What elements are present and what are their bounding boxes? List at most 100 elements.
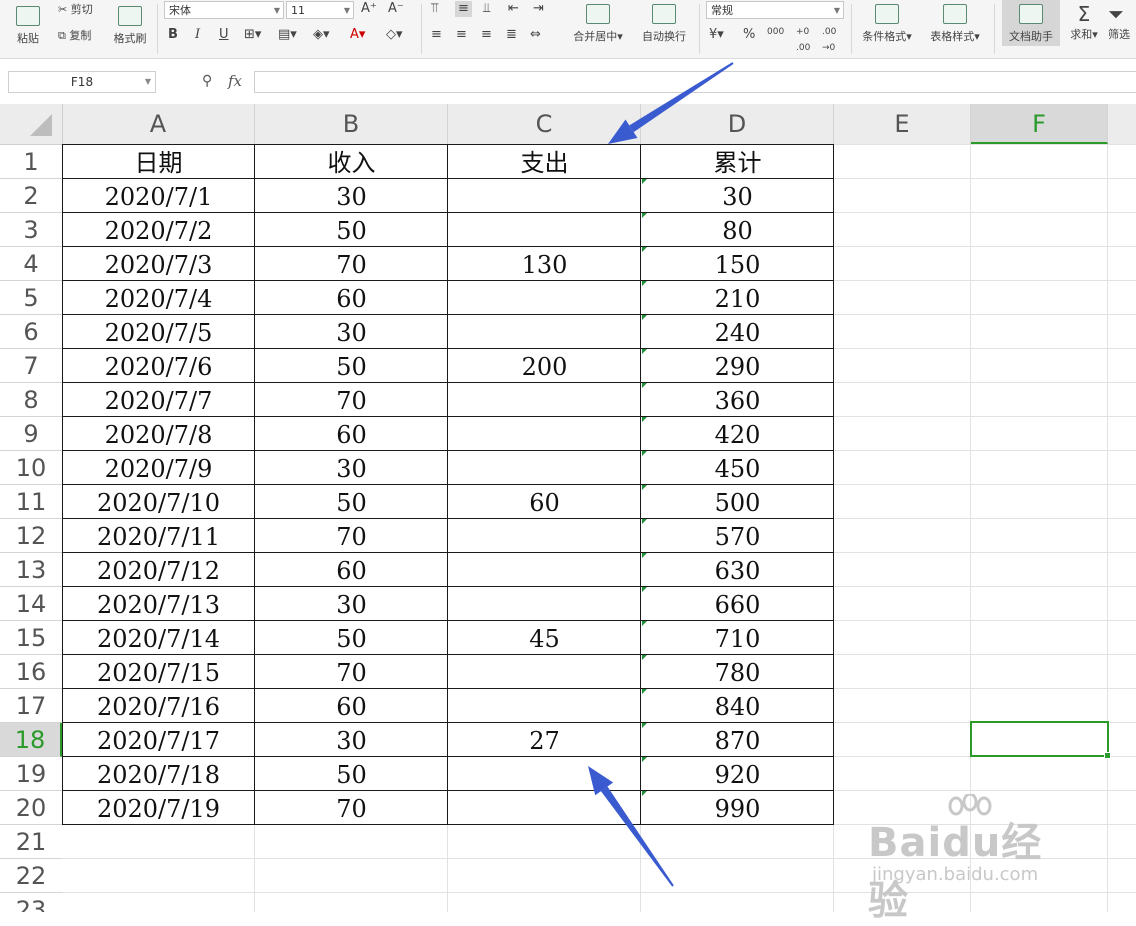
table-cell[interactable]: 210: [641, 281, 834, 315]
table-cell[interactable]: 30: [255, 451, 448, 485]
merge-center-button[interactable]: 合并居中▾: [566, 4, 630, 44]
row-header-10[interactable]: 10: [0, 451, 62, 485]
thousands-icon[interactable]: 000: [767, 24, 784, 40]
row-header-1[interactable]: 1: [0, 145, 62, 179]
table-cell[interactable]: 570: [641, 519, 834, 553]
table-cell[interactable]: [448, 689, 641, 723]
filter-button[interactable]: ⏷ 筛选: [1108, 2, 1136, 42]
row-header-14[interactable]: 14: [0, 587, 62, 621]
table-cell[interactable]: 30: [255, 179, 448, 213]
row-header-18[interactable]: 18: [0, 723, 62, 757]
table-cell[interactable]: 2020/7/16: [62, 689, 255, 723]
row-header-5[interactable]: 5: [0, 281, 62, 315]
row-header-19[interactable]: 19: [0, 757, 62, 791]
table-header-cell[interactable]: 日期: [62, 145, 255, 179]
table-cell[interactable]: 2020/7/5: [62, 315, 255, 349]
table-cell[interactable]: [448, 179, 641, 213]
table-header-cell[interactable]: 累计: [641, 145, 834, 179]
table-cell[interactable]: [448, 791, 641, 825]
percent-button[interactable]: %: [743, 27, 755, 43]
table-cell[interactable]: [448, 757, 641, 791]
row-header-2[interactable]: 2: [0, 179, 62, 213]
table-cell[interactable]: 50: [255, 621, 448, 655]
border-icon[interactable]: ⊞▾: [244, 27, 261, 43]
eraser-icon[interactable]: ◇▾: [386, 27, 403, 43]
conditional-format-button[interactable]: 条件格式▾: [856, 4, 918, 44]
table-cell[interactable]: 290: [641, 349, 834, 383]
row-header-23[interactable]: 23: [0, 893, 62, 912]
table-cell[interactable]: 240: [641, 315, 834, 349]
font-size-select[interactable]: 11 ▼: [286, 1, 354, 19]
table-cell[interactable]: [448, 587, 641, 621]
table-cell[interactable]: 60: [255, 689, 448, 723]
row-header-4[interactable]: 4: [0, 247, 62, 281]
table-cell[interactable]: 870: [641, 723, 834, 757]
justify-icon[interactable]: ≣: [506, 27, 517, 43]
table-cell[interactable]: 50: [255, 757, 448, 791]
align-left-icon[interactable]: ≡: [431, 27, 442, 43]
table-cell[interactable]: [448, 655, 641, 689]
row-header-13[interactable]: 13: [0, 553, 62, 587]
table-cell[interactable]: [448, 315, 641, 349]
sum-button[interactable]: Σ 求和▾: [1064, 2, 1104, 42]
table-style-button[interactable]: 表格样式▾: [924, 4, 986, 44]
align-middle-icon[interactable]: ≡: [455, 1, 472, 17]
table-cell[interactable]: [448, 451, 641, 485]
distributed-icon[interactable]: ⇔: [530, 27, 541, 43]
table-cell[interactable]: 30: [255, 587, 448, 621]
row-header-15[interactable]: 15: [0, 621, 62, 655]
cut-button[interactable]: ✂ 剪切: [58, 3, 93, 17]
table-cell[interactable]: 630: [641, 553, 834, 587]
wrap-text-button[interactable]: 自动换行: [636, 4, 692, 44]
table-cell[interactable]: [448, 383, 641, 417]
fill-handle[interactable]: [1104, 752, 1111, 759]
table-cell[interactable]: [448, 213, 641, 247]
table-cell[interactable]: 30: [255, 723, 448, 757]
align-bottom-icon[interactable]: ⫫: [483, 1, 490, 17]
table-cell[interactable]: 660: [641, 587, 834, 621]
row-header-9[interactable]: 9: [0, 417, 62, 451]
table-cell[interactable]: 30: [255, 315, 448, 349]
table-cell[interactable]: 27: [448, 723, 641, 757]
fill-color-icon[interactable]: ◈▾: [313, 27, 330, 43]
row-header-21[interactable]: 21: [0, 825, 62, 859]
table-cell[interactable]: 70: [255, 791, 448, 825]
table-cell[interactable]: 2020/7/4: [62, 281, 255, 315]
table-cell[interactable]: 420: [641, 417, 834, 451]
font-name-select[interactable]: 宋体 ▼: [164, 1, 284, 19]
table-cell[interactable]: 2020/7/13: [62, 587, 255, 621]
name-box[interactable]: F18 ▼: [8, 71, 156, 93]
table-cell[interactable]: 60: [255, 553, 448, 587]
table-cell[interactable]: 45: [448, 621, 641, 655]
decrease-font-icon[interactable]: A⁻: [388, 1, 404, 17]
table-cell[interactable]: 30: [641, 179, 834, 213]
table-cell[interactable]: 500: [641, 485, 834, 519]
table-cell[interactable]: 2020/7/14: [62, 621, 255, 655]
table-cell[interactable]: 2020/7/18: [62, 757, 255, 791]
table-cell[interactable]: 2020/7/17: [62, 723, 255, 757]
table-cell[interactable]: 2020/7/8: [62, 417, 255, 451]
table-cell[interactable]: 200: [448, 349, 641, 383]
table-cell[interactable]: [448, 417, 641, 451]
format-painter-button[interactable]: 格式刷: [108, 6, 152, 46]
table-header-cell[interactable]: 收入: [255, 145, 448, 179]
table-cell[interactable]: 2020/7/12: [62, 553, 255, 587]
outdent-icon[interactable]: ⇤: [508, 1, 519, 17]
row-header-22[interactable]: 22: [0, 859, 62, 893]
fx-icon[interactable]: fx: [228, 72, 242, 90]
align-right-icon[interactable]: ≡: [481, 27, 492, 43]
underline-button[interactable]: U: [219, 27, 229, 43]
table-cell[interactable]: 60: [255, 281, 448, 315]
row-header-20[interactable]: 20: [0, 791, 62, 825]
table-header-cell[interactable]: 支出: [448, 145, 641, 179]
table-cell[interactable]: 60: [448, 485, 641, 519]
fill-pattern-icon[interactable]: ▤▾: [278, 27, 297, 43]
align-top-icon[interactable]: ⫪: [431, 1, 438, 17]
zoom-formula-icon[interactable]: ⚲: [202, 73, 212, 89]
row-header-11[interactable]: 11: [0, 485, 62, 519]
formula-input[interactable]: [254, 71, 1136, 93]
table-cell[interactable]: 710: [641, 621, 834, 655]
row-header-7[interactable]: 7: [0, 349, 62, 383]
align-center-icon[interactable]: ≡: [456, 27, 467, 43]
table-cell[interactable]: 2020/7/9: [62, 451, 255, 485]
